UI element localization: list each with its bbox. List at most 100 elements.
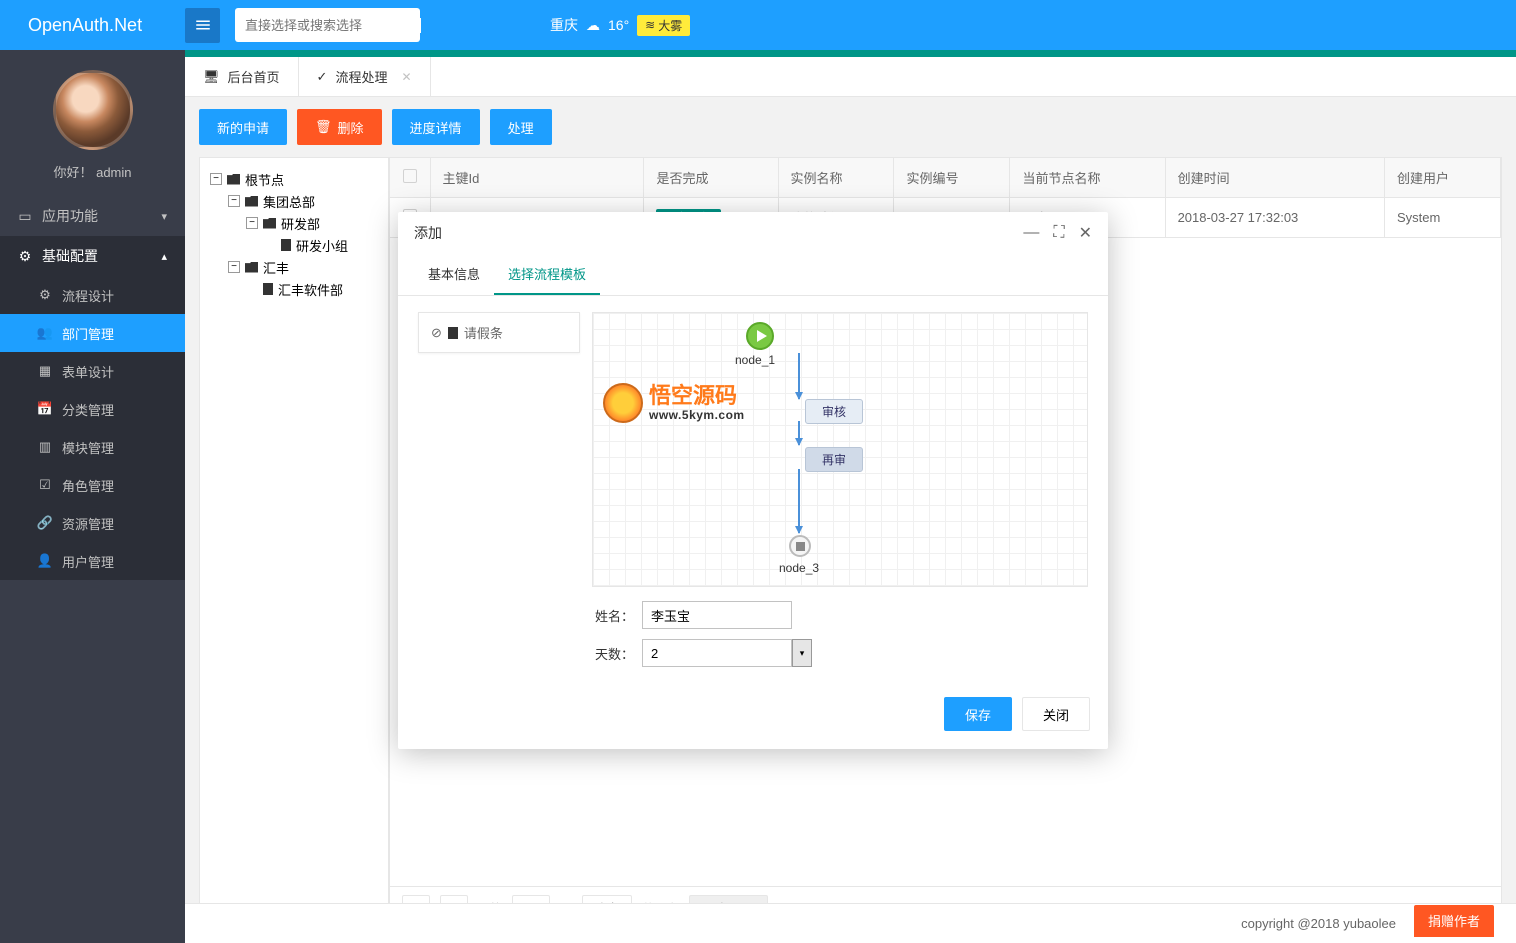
collapse-icon[interactable]: − xyxy=(228,195,240,207)
weather-temp: 16° xyxy=(608,17,629,33)
search-box[interactable] xyxy=(235,8,420,42)
file-icon xyxy=(448,327,458,339)
tab-flow-process[interactable]: ✓ 流程处理 ✕ xyxy=(299,57,431,96)
nav-flow-design[interactable]: ⚙流程设计 xyxy=(0,276,185,314)
nav-module[interactable]: ▥模块管理 xyxy=(0,428,185,466)
col-user: 创建用户 xyxy=(1384,158,1500,198)
tree-node[interactable]: −研发部 xyxy=(210,212,378,234)
form-icon: ▦ xyxy=(38,364,52,378)
maximize-icon[interactable]: ⛶ xyxy=(1053,223,1064,243)
modal-tab-basic[interactable]: 基本信息 xyxy=(414,254,494,295)
greeting: 你好！ admin xyxy=(0,162,185,181)
nav-dept-manage[interactable]: 👥部门管理 xyxy=(0,314,185,352)
check-icon: ☑ xyxy=(38,478,52,492)
modal-tab-template[interactable]: 选择流程模板 xyxy=(494,254,600,295)
collapse-icon[interactable]: − xyxy=(228,261,240,273)
tree-leaf[interactable]: 汇丰软件部 xyxy=(210,278,378,300)
spinner-down-icon[interactable]: ▾ xyxy=(792,639,812,667)
collapse-icon[interactable]: − xyxy=(210,173,222,185)
users-icon: 👥 xyxy=(38,326,52,340)
name-label: 姓名： xyxy=(592,606,634,625)
select-all-checkbox[interactable] xyxy=(403,169,417,183)
cell-user: System xyxy=(1384,198,1500,238)
days-input[interactable] xyxy=(642,639,792,667)
minimize-icon[interactable]: — xyxy=(1023,223,1039,243)
folder-icon xyxy=(227,174,240,185)
tree-node[interactable]: −汇丰 xyxy=(210,256,378,278)
flow-canvas[interactable]: node_1 审核 再审 node_3 悟空源码 www.5kym.com xyxy=(592,312,1088,587)
gear-icon: ⚙ xyxy=(18,249,32,263)
weather-fog-badge: ≋ 大雾 xyxy=(637,15,690,36)
nav-group-app[interactable]: ▭应用功能 ▾ xyxy=(0,196,185,236)
footer: copyright @2018 yubaolee 捐赠作者 xyxy=(185,903,1516,943)
col-node: 当前节点名称 xyxy=(1010,158,1165,198)
accent-strip xyxy=(185,50,1516,57)
nav-group-config[interactable]: ⚙基础配置 ▴ xyxy=(0,236,185,276)
tree-leaf[interactable]: 研发小组 xyxy=(210,234,378,256)
flow-audit-node[interactable]: 审核 xyxy=(805,399,863,424)
flow-reaudit-node[interactable]: 再审 xyxy=(805,447,863,472)
avatar[interactable] xyxy=(53,70,133,150)
tab-home[interactable]: 🖥 后台首页 xyxy=(185,57,299,96)
days-label: 天数： xyxy=(592,644,634,663)
tree-node[interactable]: −集团总部 xyxy=(210,190,378,212)
copyright: copyright @2018 yubaolee xyxy=(1241,916,1396,931)
weather-city: 重庆 xyxy=(550,15,578,35)
toolbar: 新的申请 🗑删除 进度详情 处理 xyxy=(185,97,1516,157)
close-icon[interactable]: ✕ xyxy=(1079,223,1092,243)
form-fields: 姓名： 天数： ▾ xyxy=(592,601,1088,667)
cell-time: 2018-03-27 17:32:03 xyxy=(1165,198,1384,238)
days-spinner[interactable]: ▾ xyxy=(642,639,812,667)
flow-arrow xyxy=(798,421,800,445)
user-icon: 👤 xyxy=(38,554,52,568)
watermark-icon xyxy=(603,383,643,423)
delete-button[interactable]: 🗑删除 xyxy=(297,109,382,145)
hamburger-icon xyxy=(194,16,212,34)
flow-arrow xyxy=(798,353,800,399)
form-template-list: ⊘ 请假条 xyxy=(418,312,580,667)
col-done: 是否完成 xyxy=(644,158,778,198)
hamburger-toggle[interactable] xyxy=(185,8,220,43)
search-input[interactable] xyxy=(245,18,421,33)
folder-icon xyxy=(263,218,276,229)
weather-cloud-icon: ☁ xyxy=(586,17,600,34)
donate-button[interactable]: 捐赠作者 xyxy=(1414,905,1494,937)
name-input[interactable] xyxy=(642,601,792,629)
save-button[interactable]: 保存 xyxy=(944,697,1012,731)
top-header: OpenAuth.Net 重庆 ☁ 16° ≋ 大雾 xyxy=(0,0,1516,50)
check-icon: ✓ xyxy=(317,69,328,85)
sidebar: 你好！ admin ▭应用功能 ▾ ⚙基础配置 ▴ ⚙流程设计 👥部门管理 ▦表… xyxy=(0,50,185,943)
folder-icon xyxy=(245,262,258,273)
node1-label: node_1 xyxy=(735,353,775,367)
module-icon: ▥ xyxy=(38,440,52,454)
chevron-up-icon: ▴ xyxy=(161,250,167,263)
window-icon: ▭ xyxy=(18,209,32,223)
flow-end-node[interactable] xyxy=(789,535,811,557)
collapse-icon[interactable]: − xyxy=(246,217,258,229)
selected-icon: ⊘ xyxy=(431,325,442,341)
nav-category[interactable]: 📅分类管理 xyxy=(0,390,185,428)
flow-start-node[interactable] xyxy=(746,322,774,350)
col-id: 主键Id xyxy=(430,158,644,198)
col-name: 实例名称 xyxy=(778,158,894,198)
tree-root[interactable]: −根节点 xyxy=(210,168,378,190)
logo: OpenAuth.Net xyxy=(0,15,185,36)
close-button[interactable]: 关闭 xyxy=(1022,697,1090,731)
tree-panel: −根节点 −集团总部 −研发部 研发小组 −汇丰 汇丰软件部 xyxy=(199,157,389,931)
nav-role[interactable]: ☑角色管理 xyxy=(0,466,185,504)
tab-close-icon[interactable]: ✕ xyxy=(401,70,411,84)
form-template-item[interactable]: ⊘ 请假条 xyxy=(418,312,580,353)
calendar-icon: 📅 xyxy=(38,402,52,416)
new-request-button[interactable]: 新的申请 xyxy=(199,109,287,145)
process-button[interactable]: 处理 xyxy=(490,109,552,145)
modal-title: 添加 xyxy=(414,223,442,243)
file-icon xyxy=(281,239,291,251)
nav-resource[interactable]: 🔗资源管理 xyxy=(0,504,185,542)
nav-user[interactable]: 👤用户管理 xyxy=(0,542,185,580)
progress-detail-button[interactable]: 进度详情 xyxy=(392,109,480,145)
col-code: 实例编号 xyxy=(894,158,1010,198)
chevron-down-icon: ▾ xyxy=(161,210,167,223)
nav-form-design[interactable]: ▦表单设计 xyxy=(0,352,185,390)
nav-sublist: ⚙流程设计 👥部门管理 ▦表单设计 📅分类管理 ▥模块管理 ☑角色管理 🔗资源管… xyxy=(0,276,185,580)
monitor-icon: 🖥 xyxy=(203,69,220,85)
